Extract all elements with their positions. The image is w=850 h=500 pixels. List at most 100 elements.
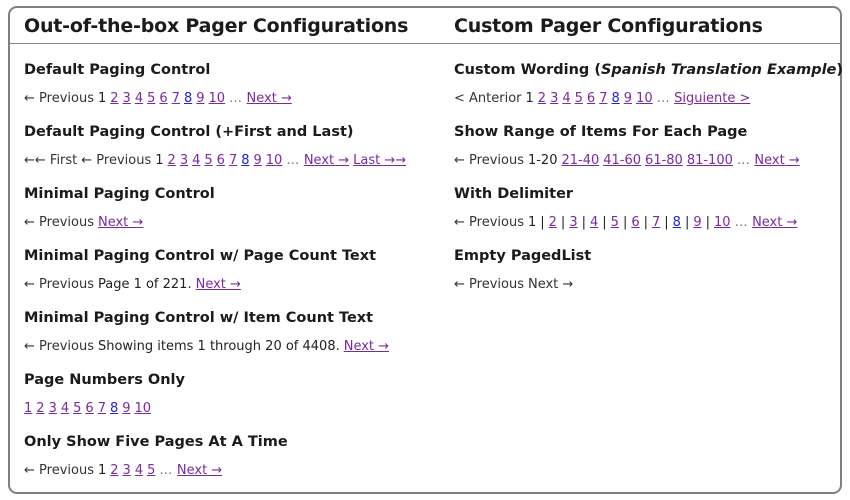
pager-link[interactable]: 3 xyxy=(49,401,57,416)
pager-link[interactable]: 8 xyxy=(673,215,681,230)
section-title-empty-pagedlist: Empty PagedList xyxy=(454,248,592,264)
section-title-emphasis: Spanish Translation Example xyxy=(600,62,837,78)
pager-link[interactable]: 61-80 xyxy=(645,153,683,168)
pager-current-page: 1 xyxy=(97,463,107,478)
pager-ellipsis: … xyxy=(656,91,671,106)
pager-link[interactable]: 4 xyxy=(562,91,570,106)
pager-link[interactable]: 9 xyxy=(693,215,701,230)
pager-link[interactable]: 10 xyxy=(266,153,283,168)
columns-container: Default Paging Control ← Previous 1 2 3 4 5 6 7 8… xyxy=(10,44,843,480)
pager-with-delimiter: ← Previous 1 | 2 | 3 | 4 | 5 | 6 | 7 | 8 | 9 | 10… Next → xyxy=(454,214,840,232)
pager-link[interactable]: 3 xyxy=(569,215,577,230)
left-column-heading-cell: Out-of-the-box Pager Configurations xyxy=(10,14,440,38)
pager-link[interactable]: 1 xyxy=(24,401,32,416)
pager-link[interactable]: 3 xyxy=(180,153,188,168)
pager-link[interactable]: 4 xyxy=(135,463,143,478)
pager-link[interactable]: 2 xyxy=(538,91,546,106)
pager-link[interactable]: 6 xyxy=(631,215,639,230)
section-title-show-range-of-items: Show Range of Items For Each Page xyxy=(454,124,748,140)
pager-link[interactable]: Last →→ xyxy=(353,153,406,168)
section-title-default-paging-control: Default Paging Control xyxy=(24,62,211,78)
pager-disabled-control: ← Previous xyxy=(24,339,94,354)
pager-link[interactable]: Next → xyxy=(752,215,797,230)
pager-delimiter: | xyxy=(622,215,628,230)
pager-link[interactable]: 21-40 xyxy=(561,153,599,168)
section-title-minimal-paging-control-page-count: Minimal Paging Control w/ Page Count Tex… xyxy=(24,248,377,264)
pager-link[interactable]: 2 xyxy=(110,91,118,106)
pager-link[interactable]: Next → xyxy=(344,339,389,354)
pager-link[interactable]: 7 xyxy=(599,91,607,106)
pager-link[interactable]: 9 xyxy=(122,401,130,416)
pager-link[interactable]: 5 xyxy=(147,91,155,106)
pager-link[interactable]: 7 xyxy=(652,215,660,230)
column-headings: Out-of-the-box Pager Configurations Cust… xyxy=(10,8,840,38)
pager-link[interactable]: 4 xyxy=(135,91,143,106)
pager-link[interactable]: 4 xyxy=(192,153,200,168)
pager-ellipsis: … xyxy=(734,215,749,230)
pager-link[interactable]: 2 xyxy=(549,215,557,230)
pager-link[interactable]: 8 xyxy=(184,91,192,106)
pager-link[interactable]: 5 xyxy=(611,215,619,230)
pager-link[interactable]: 3 xyxy=(123,91,131,106)
pager-link[interactable]: 10 xyxy=(209,91,226,106)
pager-link[interactable]: 41-60 xyxy=(603,153,641,168)
right-column: Custom Wording (Spanish Translation Exam… xyxy=(440,46,843,480)
pager-disabled-control: ← Previous xyxy=(454,277,524,292)
pager-delimiter: | xyxy=(664,215,669,230)
pager-ellipsis: … xyxy=(286,153,300,168)
pager-link[interactable]: 7 xyxy=(172,91,180,106)
pager-link[interactable]: Next → xyxy=(196,277,241,292)
pager-link[interactable]: 6 xyxy=(217,153,225,168)
pager-disabled-control: Next → xyxy=(527,277,574,292)
pager-link[interactable]: 2 xyxy=(110,463,118,478)
pager-link[interactable]: Next → xyxy=(754,153,799,168)
pager-link[interactable]: 8 xyxy=(611,91,619,106)
pager-link[interactable]: 10 xyxy=(135,401,152,416)
pager-delimiter: | xyxy=(684,215,690,230)
pager-link[interactable]: 10 xyxy=(714,215,731,230)
pager-disabled-control: < Anterior xyxy=(454,91,522,106)
pager-current-page: 1 xyxy=(155,153,164,168)
pager-link[interactable]: 2 xyxy=(36,401,44,416)
pager-link[interactable]: 81-100 xyxy=(687,153,733,168)
pager-link[interactable]: 10 xyxy=(636,91,653,106)
pager-link[interactable]: 8 xyxy=(241,153,249,168)
pager-link[interactable]: Next → xyxy=(177,463,222,478)
pager-link[interactable]: 9 xyxy=(624,91,632,106)
pager-link[interactable]: 9 xyxy=(196,91,204,106)
pager-link[interactable]: 4 xyxy=(590,215,598,230)
pager-link[interactable]: 8 xyxy=(110,401,118,416)
pager-link[interactable]: 3 xyxy=(550,91,558,106)
pager-link[interactable]: Next → xyxy=(304,153,349,168)
pager-delimiter: | xyxy=(560,215,566,230)
pager-current-page: 1 xyxy=(97,91,107,106)
pager-minimal-paging-control-page-count: ← Previous Page 1 of 221. Next → xyxy=(24,276,440,294)
pager-link[interactable]: 5 xyxy=(147,463,155,478)
pager-link[interactable]: 9 xyxy=(254,153,262,168)
pager-link[interactable]: 7 xyxy=(229,153,237,168)
pager-current-page: 1 xyxy=(527,215,537,230)
pager-disabled-control: ← Previous xyxy=(454,153,524,168)
pager-link[interactable]: Siguiente > xyxy=(674,91,750,106)
section-title-page-numbers-only: Page Numbers Only xyxy=(24,372,185,388)
pager-link[interactable]: 6 xyxy=(159,91,167,106)
pager-only-show-five-pages: ← Previous 1 2 3 4 5 … Next → xyxy=(24,462,440,480)
section-title-with-delimiter: With Delimiter xyxy=(454,186,574,202)
pager-default-paging-control: ← Previous 1 2 3 4 5 6 7 8 9 10… Next → xyxy=(24,90,440,108)
pager-link[interactable]: 6 xyxy=(587,91,595,106)
pager-link[interactable]: 2 xyxy=(168,153,176,168)
pager-link[interactable]: 6 xyxy=(85,401,93,416)
pager-link[interactable]: Next → xyxy=(98,215,143,230)
pager-link[interactable]: 5 xyxy=(204,153,212,168)
pager-delimiter: | xyxy=(602,215,607,230)
pager-link[interactable]: 5 xyxy=(575,91,583,106)
pager-minimal-paging-control-item-count: ← Previous Showing items 1 through 20 of … xyxy=(24,338,440,356)
pager-link[interactable]: Next → xyxy=(247,91,292,106)
section-title-only-show-five-pages: Only Show Five Pages At A Time xyxy=(24,434,288,450)
pager-default-paging-control-first-last: ←← First ← Previous 1 2 3 4 5 6 7 8 9 10… Next → Last… xyxy=(24,152,440,170)
pager-link[interactable]: 4 xyxy=(61,401,69,416)
pager-link[interactable]: 5 xyxy=(73,401,81,416)
pager-link[interactable]: 3 xyxy=(123,463,131,478)
pager-page-numbers-only: 1 2 3 4 5 6 7 8 9 10 xyxy=(24,400,440,418)
pager-link[interactable]: 7 xyxy=(98,401,106,416)
